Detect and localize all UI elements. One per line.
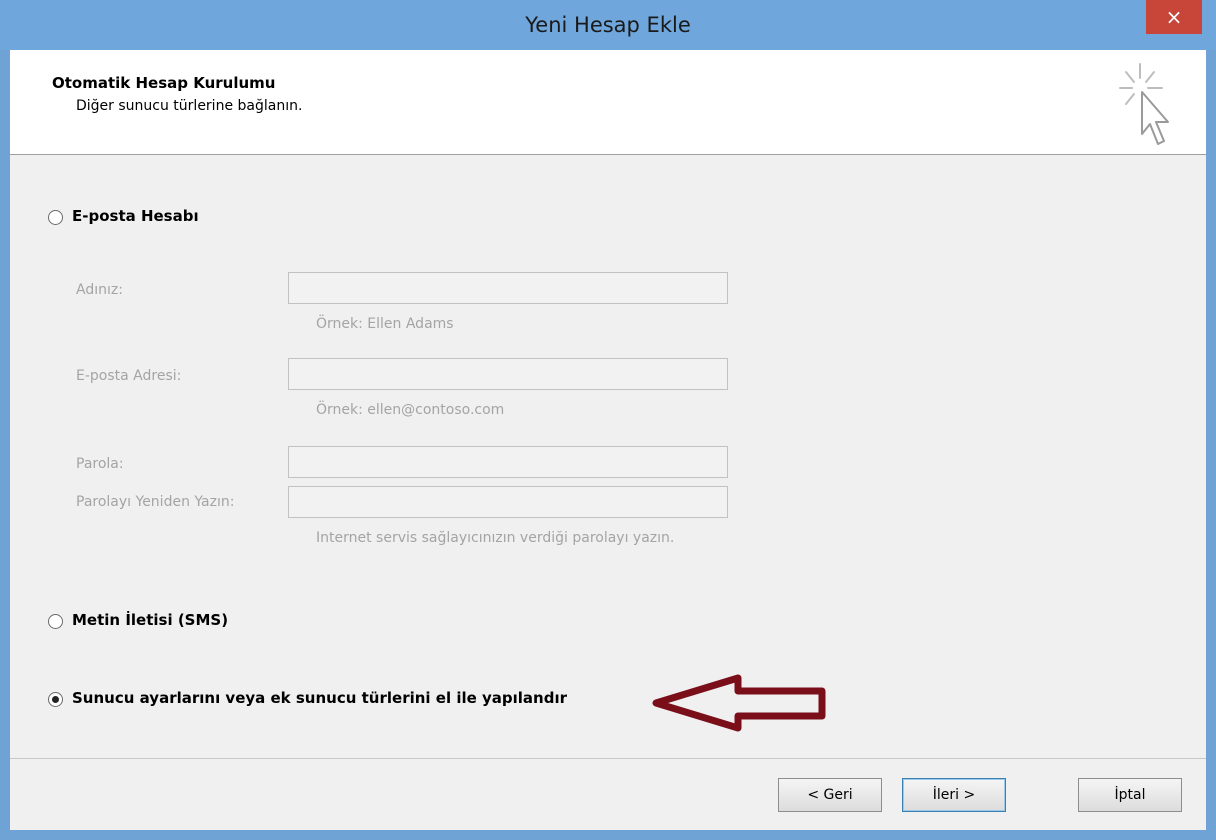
- email-hint: Örnek: ellen@contoso.com: [316, 402, 505, 418]
- wizard-header: Otomatik Hesap Kurulumu Diğer sunucu tür…: [10, 50, 1206, 155]
- add-account-dialog: Yeni Hesap Ekle × Otomatik Hesap Kurulum…: [0, 0, 1216, 840]
- page-title: Otomatik Hesap Kurulumu: [52, 74, 276, 92]
- wizard-cursor-icon: [1119, 63, 1169, 145]
- close-button[interactable]: ×: [1146, 0, 1202, 34]
- email-label: E-posta Adresi:: [76, 368, 182, 384]
- sms-label[interactable]: Metin İletisi (SMS): [72, 611, 228, 629]
- email-account-radio[interactable]: [48, 210, 63, 225]
- back-button[interactable]: < Geri: [778, 778, 882, 812]
- password-field[interactable]: [288, 446, 728, 478]
- password-hint: Internet servis sağlayıcınızın verdiği p…: [316, 530, 675, 546]
- name-label: Adınız:: [76, 282, 123, 298]
- title-bar[interactable]: Yeni Hesap Ekle ×: [0, 0, 1216, 50]
- sms-radio[interactable]: [48, 614, 63, 629]
- manual-config-radio[interactable]: [48, 692, 63, 707]
- manual-config-label[interactable]: Sunucu ayarlarını veya ek sunucu türleri…: [72, 689, 567, 707]
- email-account-label[interactable]: E-posta Hesabı: [72, 207, 199, 225]
- cancel-button[interactable]: İptal: [1078, 778, 1182, 812]
- window-title: Yeni Hesap Ekle: [525, 13, 691, 37]
- name-hint: Örnek: Ellen Adams: [316, 316, 454, 332]
- retype-password-field[interactable]: [288, 486, 728, 518]
- dialog-client-area: Otomatik Hesap Kurulumu Diğer sunucu tür…: [10, 50, 1206, 830]
- name-field[interactable]: [288, 272, 728, 304]
- email-field[interactable]: [288, 358, 728, 390]
- page-subtitle: Diğer sunucu türlerine bağlanın.: [76, 98, 303, 114]
- left-arrow-annotation-icon: [652, 674, 826, 732]
- footer-separator: [10, 758, 1206, 759]
- password-label: Parola:: [76, 456, 124, 472]
- next-button[interactable]: İleri >: [902, 778, 1006, 812]
- retype-password-label: Parolayı Yeniden Yazın:: [76, 494, 235, 510]
